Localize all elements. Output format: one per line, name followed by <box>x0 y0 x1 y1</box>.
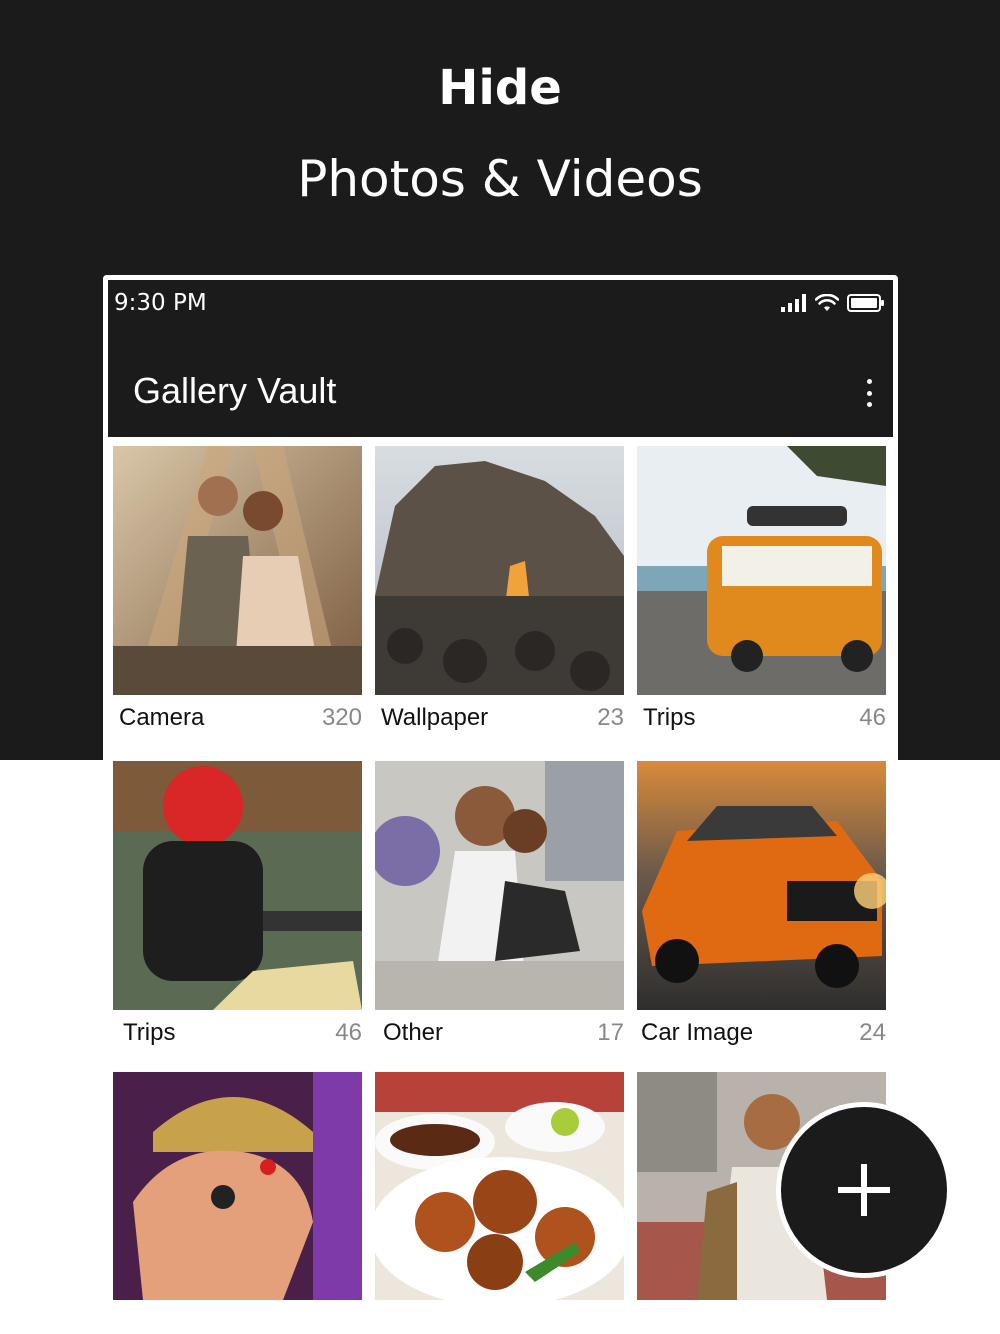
app-bar: 9:30 PM Gallery Vault <box>108 280 893 437</box>
album-name: Other <box>383 1019 444 1046</box>
album-thumbnail <box>375 446 624 695</box>
album-count: 24 <box>859 1019 886 1046</box>
album-thumbnail <box>113 761 362 1010</box>
album-name: Wallpaper <box>381 704 489 731</box>
promo-subtitle: Photos & Videos <box>297 150 703 208</box>
album-thumbnail <box>637 761 886 1010</box>
wifi-icon <box>815 294 839 311</box>
battery-icon <box>847 294 884 312</box>
plus-icon <box>838 1164 890 1216</box>
add-button[interactable] <box>776 1102 952 1278</box>
album-thumbnail <box>375 761 624 1010</box>
album-thumbnail <box>113 1072 362 1300</box>
album-tile-camera[interactable]: Camera 320 <box>113 446 362 746</box>
album-tile-other[interactable]: Other 17 <box>375 761 624 1061</box>
album-name: Camera <box>119 704 205 731</box>
album-name: Car Image <box>641 1019 754 1046</box>
album-count: 46 <box>335 1019 362 1046</box>
album-name: Trips <box>643 704 696 731</box>
album-tile-8[interactable] <box>375 1072 624 1300</box>
album-count: 23 <box>597 704 624 731</box>
signal-icon <box>781 294 806 312</box>
album-count: 320 <box>321 704 362 731</box>
album-thumbnail <box>113 446 362 695</box>
album-tile-7[interactable] <box>113 1072 362 1300</box>
album-thumbnail <box>375 1072 624 1300</box>
album-tile-wallpaper[interactable]: Wallpaper 23 <box>375 446 624 746</box>
phone-frame: 9:30 PM Gallery Vault Camera 320 Wallpap… <box>103 275 898 1300</box>
album-count: 46 <box>859 704 886 731</box>
album-tile-car-image[interactable]: Car Image 24 <box>637 761 886 1061</box>
album-name: Trips <box>123 1019 176 1046</box>
album-tile-trips-2[interactable]: Trips 46 <box>113 761 362 1061</box>
status-time: 9:30 PM <box>114 290 207 316</box>
promo-title: Hide <box>438 60 562 116</box>
app-title: Gallery Vault <box>133 370 337 411</box>
status-icons <box>781 294 885 312</box>
album-count: 17 <box>597 1019 624 1046</box>
more-vert-icon[interactable] <box>857 375 881 411</box>
album-tile-trips[interactable]: Trips 46 <box>637 446 886 746</box>
album-thumbnail <box>637 446 886 695</box>
